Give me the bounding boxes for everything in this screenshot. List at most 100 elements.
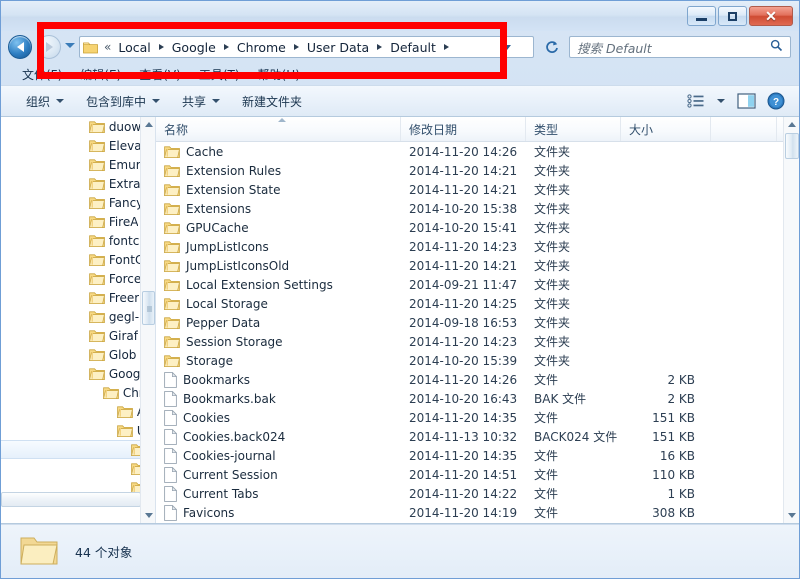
refresh-button[interactable] — [541, 37, 561, 57]
file-rows: Cache 2014-11-20 14:26 文件夹 Extension Rules 2… — [156, 142, 799, 522]
column-header[interactable]: 名称 — [156, 117, 401, 141]
breadcrumb-item-local[interactable]: Local — [115, 38, 153, 57]
breadcrumb-item-google[interactable]: Google — [169, 38, 219, 57]
tree-item[interactable] — [1, 459, 155, 478]
file-name-label: Cookies — [183, 410, 230, 425]
table-row[interactable]: Current Tabs 2014-11-20 14:22 文件 1 KB — [156, 484, 799, 503]
column-header[interactable]: 大小 — [621, 117, 711, 141]
list-vertical-scrollbar[interactable] — [783, 117, 799, 523]
breadcrumb-item-user-data[interactable]: User Data — [304, 38, 372, 57]
tree-item[interactable]: gegl- — [1, 307, 155, 326]
organize-button[interactable]: 组织 — [15, 89, 75, 114]
navigation-pane[interactable]: duow Eleva Emur Extra Fancy FireA fontc … — [1, 117, 156, 523]
table-row[interactable]: Local Extension Settings 2014-09-21 11:47… — [156, 275, 799, 294]
nav-scroll-thumb[interactable] — [142, 291, 155, 325]
menu-file[interactable]: 文件(F) — [13, 64, 71, 85]
tree-item[interactable]: Freer — [1, 288, 155, 307]
tree-item[interactable]: fontc — [1, 231, 155, 250]
chevron-right-icon[interactable] — [158, 44, 164, 50]
menu-edit[interactable]: 编辑(E) — [71, 64, 130, 85]
tree-item[interactable] — [1, 440, 155, 459]
tree-item[interactable]: FontC — [1, 250, 155, 269]
breadcrumb-item-chrome[interactable]: Chrome — [234, 38, 289, 57]
tree-item[interactable]: A — [1, 402, 155, 421]
scroll-down-button[interactable] — [141, 508, 155, 523]
include-in-library-button[interactable]: 包含到库中 — [75, 89, 171, 114]
folder-icon — [164, 183, 180, 196]
minimize-button[interactable] — [687, 6, 716, 26]
menu-view[interactable]: 查看(V) — [130, 64, 190, 85]
table-row[interactable]: Session Storage 2014-11-20 14:23 文件夹 — [156, 332, 799, 351]
table-row[interactable]: GPUCache 2014-10-20 15:41 文件夹 — [156, 218, 799, 237]
tree-item[interactable]: U — [1, 421, 155, 440]
table-row[interactable]: Favicons 2014-11-20 14:19 文件 308 KB — [156, 503, 799, 522]
address-bar[interactable]: « Local Google Chrome User Data Default — [79, 36, 534, 58]
folder-icon — [164, 240, 180, 253]
table-row[interactable]: Extension Rules 2014-11-20 14:21 文件夹 — [156, 161, 799, 180]
share-button[interactable]: 共享 — [171, 89, 231, 114]
history-dropdown-icon[interactable] — [65, 43, 75, 48]
table-row[interactable]: Bookmarks.bak 2014-10-20 16:43 BAK 文件 2 KB — [156, 389, 799, 408]
table-row[interactable]: Cookies.back024 2014-11-13 10:32 BACK024 文… — [156, 427, 799, 446]
tree-item[interactable]: Fancy — [1, 193, 155, 212]
table-row[interactable]: Local Storage 2014-11-20 14:25 文件夹 — [156, 294, 799, 313]
chevron-right-icon[interactable] — [377, 44, 383, 50]
view-options-dropdown[interactable] — [713, 89, 729, 113]
table-row[interactable]: Current Session 2014-11-20 14:51 文件 110 KB — [156, 465, 799, 484]
chevron-right-icon[interactable] — [443, 44, 449, 50]
menu-tools[interactable]: 工具(T) — [190, 64, 249, 85]
maximize-button[interactable] — [718, 6, 747, 26]
search-input[interactable]: 搜索 Default — [570, 38, 770, 57]
close-button[interactable]: ✕ — [749, 6, 793, 26]
breadcrumb-overflow-icon[interactable]: « — [104, 40, 111, 54]
table-row[interactable]: Storage 2014-10-20 15:39 文件夹 — [156, 351, 799, 370]
breadcrumb-item-default[interactable]: Default — [387, 38, 439, 57]
tree-item[interactable]: Force — [1, 269, 155, 288]
tree-item[interactable]: Goog — [1, 364, 155, 383]
folder-icon — [164, 354, 180, 367]
table-row[interactable]: JumpListIcons 2014-11-20 14:23 文件夹 — [156, 237, 799, 256]
list-scroll-up-button[interactable] — [784, 117, 799, 132]
chevron-right-icon[interactable] — [223, 44, 229, 50]
column-header[interactable] — [711, 117, 777, 141]
table-row[interactable]: Extension State 2014-11-20 14:21 文件夹 — [156, 180, 799, 199]
new-folder-button[interactable]: 新建文件夹 — [231, 89, 313, 114]
tree-item[interactable]: Extra — [1, 174, 155, 193]
tree-item[interactable]: Chr — [1, 383, 155, 402]
column-header[interactable]: 修改日期 — [401, 117, 526, 141]
back-button[interactable] — [8, 35, 32, 59]
table-row[interactable]: JumpListIconsOld 2014-11-20 14:21 文件夹 — [156, 256, 799, 275]
file-name-label: GPUCache — [186, 220, 249, 235]
table-row[interactable]: Cache 2014-11-20 14:26 文件夹 — [156, 142, 799, 161]
nav-horizontal-scrollbar[interactable] — [1, 492, 141, 507]
chevron-right-icon[interactable] — [293, 44, 299, 50]
address-dropdown-icon[interactable] — [503, 45, 511, 50]
scroll-up-button[interactable] — [141, 117, 155, 132]
minimize-icon — [696, 17, 707, 21]
table-row[interactable]: Bookmarks 2014-11-20 14:26 文件 2 KB — [156, 370, 799, 389]
table-row[interactable]: Cookies-journal 2014-11-20 14:35 文件 16 KB — [156, 446, 799, 465]
column-header[interactable]: 类型 — [526, 117, 621, 141]
tree-item[interactable]: Giraf — [1, 326, 155, 345]
file-name-cell: JumpListIconsOld — [156, 259, 401, 273]
arrow-left-icon — [16, 42, 24, 52]
tree-item[interactable]: FireA — [1, 212, 155, 231]
preview-pane-button[interactable] — [733, 89, 759, 113]
menu-help[interactable]: 帮助(H) — [249, 64, 309, 85]
table-row[interactable]: Cookies 2014-11-20 14:35 文件 151 KB — [156, 408, 799, 427]
table-row[interactable]: Pepper Data 2014-09-18 16:53 文件夹 — [156, 313, 799, 332]
list-scroll-thumb[interactable] — [785, 133, 799, 159]
tree-item[interactable]: duow — [1, 117, 155, 136]
nav-vertical-scrollbar[interactable] — [140, 117, 155, 523]
tree-item[interactable]: Emur — [1, 155, 155, 174]
file-list-pane[interactable]: 名称 修改日期 类型 大小 Cache 2014-11-20 14:26 文件夹 Exten… — [156, 117, 799, 523]
tree-item[interactable]: Glob — [1, 345, 155, 364]
view-options-button[interactable] — [683, 89, 709, 113]
search-box[interactable]: 搜索 Default — [569, 36, 791, 58]
forward-button[interactable] — [37, 35, 61, 59]
list-scroll-down-button[interactable] — [784, 508, 799, 523]
tree-item-label: Goog — [105, 366, 141, 381]
help-button[interactable]: ? — [763, 89, 789, 113]
tree-item[interactable]: Eleva — [1, 136, 155, 155]
table-row[interactable]: Extensions 2014-10-20 15:38 文件夹 — [156, 199, 799, 218]
